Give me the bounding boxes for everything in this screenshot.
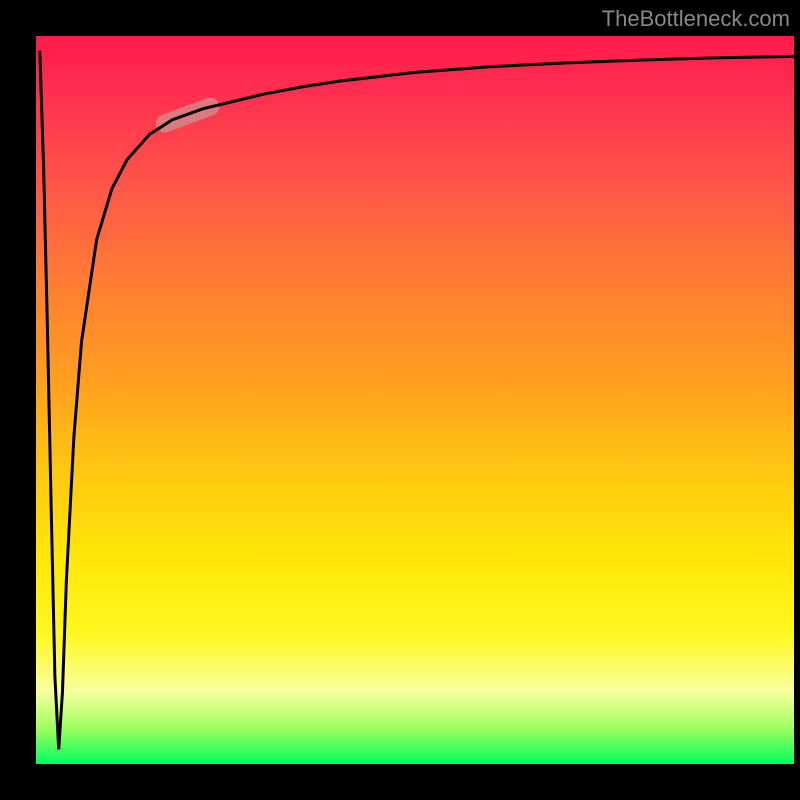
bottleneck-curve-line bbox=[40, 51, 794, 750]
chart-svg bbox=[36, 36, 794, 764]
watermark-text: TheBottleneck.com bbox=[602, 6, 790, 32]
plot-area bbox=[36, 36, 794, 764]
